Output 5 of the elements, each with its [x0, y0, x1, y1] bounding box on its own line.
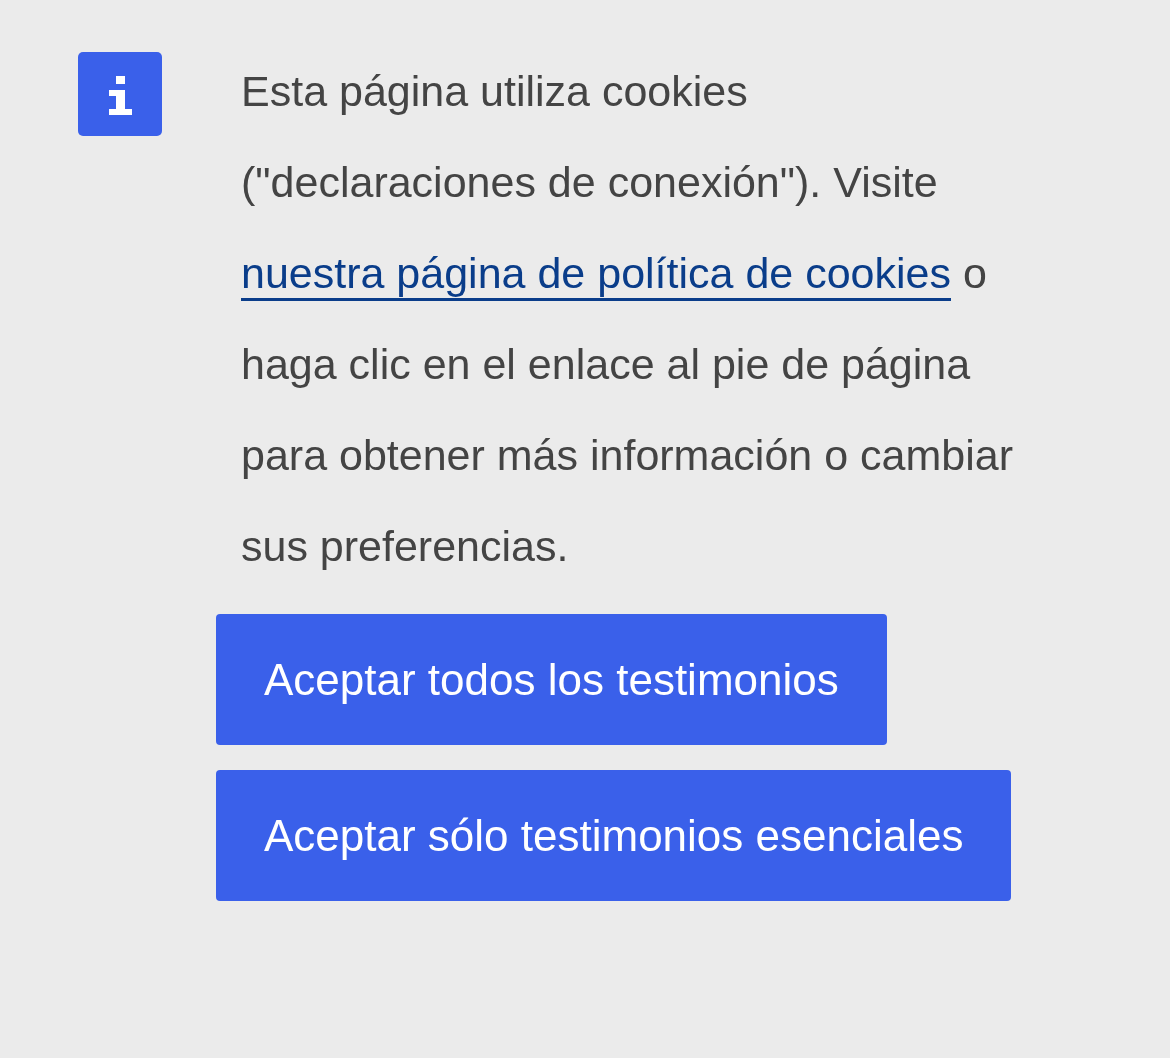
- cookie-policy-link[interactable]: nuestra página de política de cookies: [241, 249, 951, 297]
- accept-button[interactable]: Aceptar sólo testimonios esenciales: [216, 770, 1012, 901]
- accept-button[interactable]: Aceptar todos los testimonios: [216, 614, 887, 745]
- cookie-notice-text: Esta página utiliza cookies ("declaraciones de conexión"). Visite nuestra página de política de cookies o haga clic en el enlace al pie de página para obtener más información o cambiar sus preferencias.: [241, 66, 1014, 572]
- info-icon: [78, 52, 162, 136]
